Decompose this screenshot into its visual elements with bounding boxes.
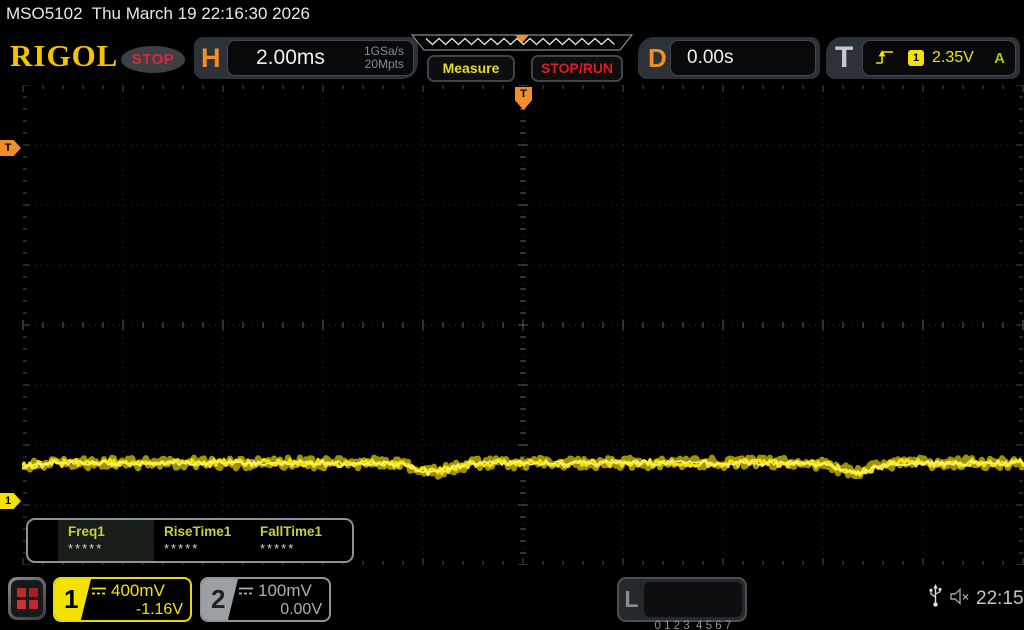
trigger-values: 1 2.35V A	[862, 40, 1016, 76]
measurement-label: FallTime1	[260, 524, 323, 539]
trigger-label: T	[835, 41, 854, 74]
muted-speaker-icon	[949, 587, 973, 610]
channel2-scale: 100mV	[258, 581, 312, 600]
delay-value: 0.00s	[687, 47, 734, 68]
trigger-source-badge: 1	[908, 50, 924, 66]
waveform-preview-bar[interactable]	[410, 34, 634, 57]
horizontal-values: 2.00ms 1GSa/s 20Mpts	[227, 40, 414, 76]
measurement-value: *****	[164, 541, 200, 556]
system-clock: 22:15	[976, 588, 1024, 609]
measure-button[interactable]: Measure	[427, 55, 515, 82]
measurement-value: *****	[260, 541, 296, 556]
channel1-badge[interactable]: 1 400mV -1.16V	[53, 577, 192, 622]
graticule-area	[22, 85, 1024, 565]
horizontal-timebase-widget[interactable]: H 2.00ms 1GSa/s 20Mpts	[194, 37, 418, 79]
measurement-label: Freq1	[68, 524, 105, 539]
measurement-item-freq[interactable]: Freq1 *****	[58, 520, 154, 561]
usb-icon	[928, 584, 943, 613]
logic-analyzer-badge[interactable]: L 0 1 2 3 4 5 6 7 8 9 1011 12131415	[617, 577, 747, 630]
horizontal-label: H	[201, 43, 221, 73]
delay-widget[interactable]: D 0.00s	[638, 37, 820, 79]
menu-grid-icon	[11, 580, 43, 617]
rigol-logo: RIGOL	[10, 38, 119, 73]
channel2-offset: 0.00V	[280, 601, 322, 618]
dc-coupling-icon	[239, 587, 253, 594]
timebase-value: 2.00ms	[256, 46, 325, 69]
trigger-level-marker[interactable]: T	[0, 140, 21, 156]
menu-button[interactable]	[8, 577, 46, 620]
logic-row1: 0 1 2 3 4 5 6 7	[654, 620, 732, 630]
rising-edge-trigger-icon	[876, 50, 893, 64]
channel1-offset: -1.16V	[135, 601, 183, 618]
trigger-mode: A	[994, 49, 1005, 67]
memory-depth: 20Mpts	[364, 57, 404, 71]
channel1-scale: 400mV	[111, 581, 165, 600]
dc-coupling-icon	[92, 587, 106, 594]
channel2-badge[interactable]: 2 100mV 0.00V	[200, 577, 331, 622]
measurement-value: *****	[68, 541, 104, 556]
measurement-item-falltime[interactable]: FallTime1 *****	[250, 520, 346, 561]
trigger-level-value: 2.35V	[932, 49, 974, 66]
channel2-number: 2	[202, 579, 238, 620]
channel1-trace	[22, 454, 1024, 480]
measurement-panel: Freq1 ***** RiseTime1 ***** FallTime1 **…	[26, 518, 354, 563]
measurement-item-risetime[interactable]: RiseTime1 *****	[154, 520, 250, 561]
stop-run-button[interactable]: STOP/RUN	[531, 55, 623, 82]
measurement-label: RiseTime1	[164, 524, 232, 539]
logic-channel-numbers: 0 1 2 3 4 5 6 7 8 9 1011 12131415	[643, 582, 742, 630]
acquisition-rates: 1GSa/s 20Mpts	[364, 45, 404, 71]
trigger-widget[interactable]: T 1 2.35V A	[826, 37, 1020, 79]
channel1-offset-marker[interactable]: 1	[0, 493, 21, 509]
logic-label: L	[624, 586, 639, 612]
delay-values: 0.00s	[670, 40, 816, 76]
delay-label: D	[648, 43, 667, 73]
channel1-number: 1	[55, 579, 91, 620]
channel1-info: 400mV -1.16V	[91, 579, 190, 620]
waveform-preview-icon	[410, 34, 634, 51]
status-bar-title: MSO5102 Thu March 19 22:16:30 2026	[6, 4, 310, 23]
run-state-badge: STOP	[121, 46, 185, 73]
oscilloscope-screen: MSO5102 Thu March 19 22:16:30 2026 RIGOL…	[0, 0, 1024, 630]
channel2-info: 100mV 0.00V	[238, 579, 329, 620]
